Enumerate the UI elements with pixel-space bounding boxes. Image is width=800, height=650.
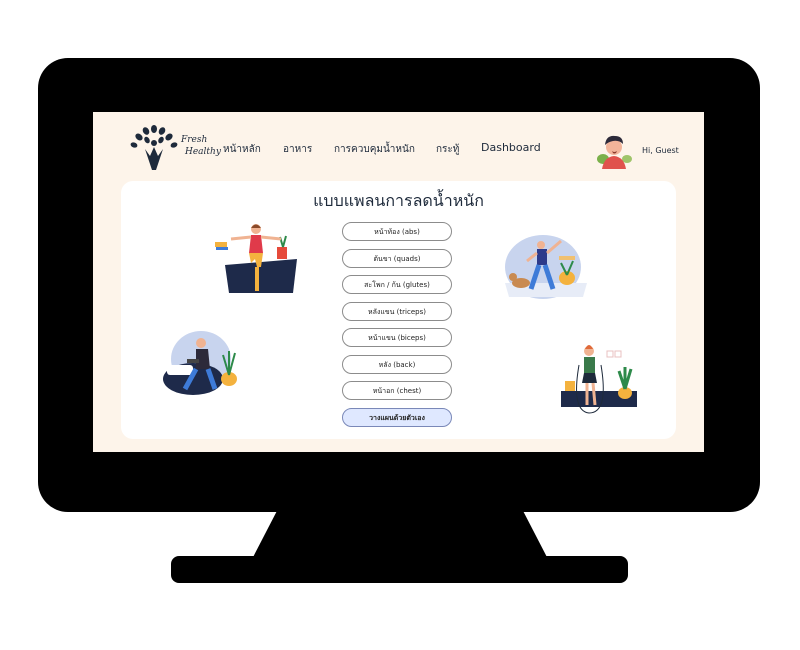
custom-plan-button[interactable]: วางแผนด้วยตัวเอง — [342, 408, 452, 427]
tree-logo-icon[interactable] — [129, 123, 179, 173]
nav-forum[interactable]: กระทู้ — [436, 142, 459, 157]
stretching-man-illustration — [505, 235, 587, 299]
dumbbell-man-illustration — [163, 331, 237, 395]
monitor-stand-neck — [250, 505, 550, 563]
page-title: แบบแพลนการลดน้ำหนัก — [313, 191, 484, 210]
plan-biceps-button[interactable]: หน้าแขน (biceps) — [342, 328, 452, 347]
plan-abs-button[interactable]: หน้าท้อง (abs) — [342, 222, 452, 241]
brand-line-2: Healthy — [185, 147, 221, 157]
brand-line-1: Fresh — [181, 135, 208, 145]
monitor-stand-base — [171, 556, 628, 583]
plan-card: แบบแพลนการลดน้ำหนัก หน้าท้อง (abs) ต้นขา… — [121, 181, 676, 439]
nav-food[interactable]: อาหาร — [283, 142, 312, 157]
jump-rope-woman-illustration — [561, 345, 637, 414]
yoga-woman-illustration — [215, 224, 299, 293]
nav-home[interactable]: หน้าหลัก — [223, 142, 261, 157]
brand-name: Fresh Healthy — [181, 134, 221, 158]
plan-back-button[interactable]: หลัง (back) — [342, 355, 452, 374]
screen: Fresh Healthy หน้าหลัก อาหาร การควบคุมน้… — [93, 112, 704, 452]
greeting-text: Hi, Guest — [642, 146, 679, 155]
nav-weight-control[interactable]: การควบคุมน้ำหนัก — [334, 142, 415, 157]
plan-quads-button[interactable]: ต้นขา (quads) — [342, 249, 452, 268]
user-avatar-icon[interactable] — [595, 131, 633, 169]
plan-chest-button[interactable]: หน้าอก (chest) — [342, 381, 452, 400]
plan-triceps-button[interactable]: หลังแขน (triceps) — [342, 302, 452, 321]
plan-glutes-button[interactable]: สะโพก / ก้น (glutes) — [342, 275, 452, 294]
nav-dashboard[interactable]: Dashboard — [481, 141, 541, 154]
